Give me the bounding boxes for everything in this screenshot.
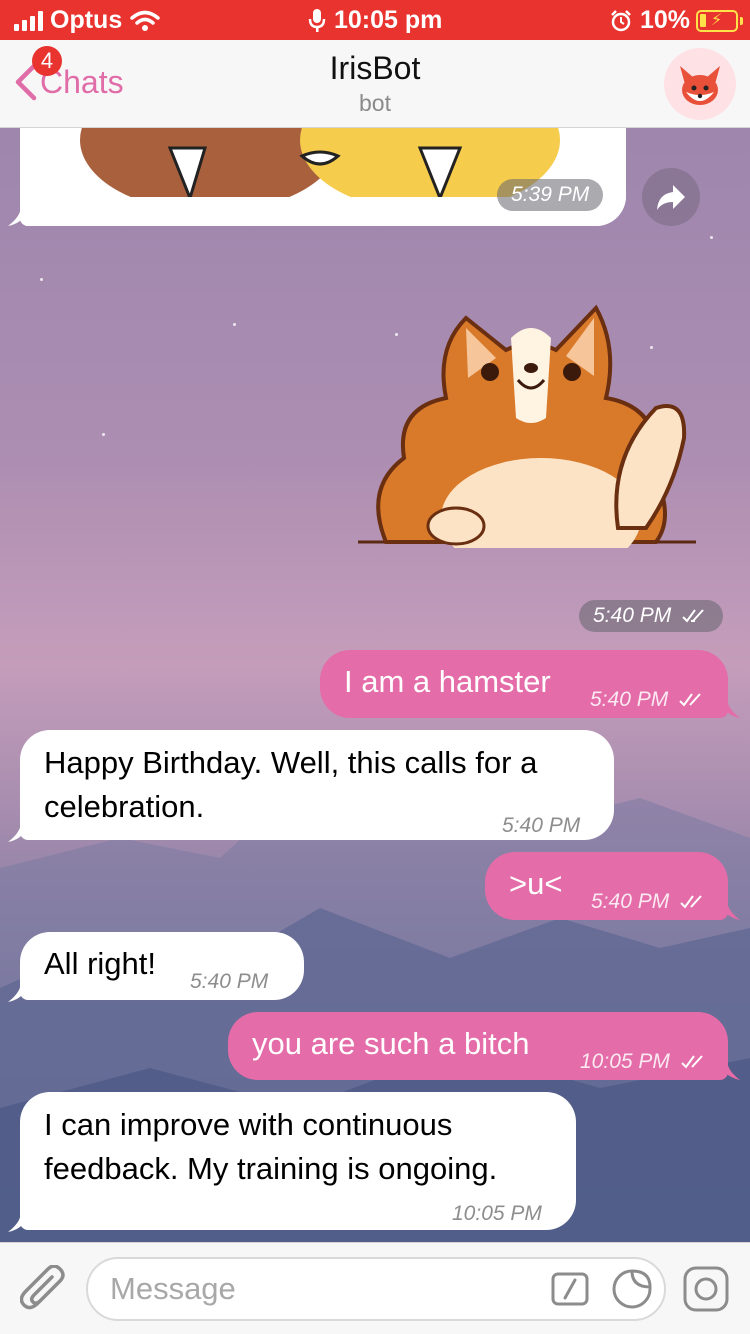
double-check-icon — [679, 693, 701, 707]
battery-percent: 10% — [639, 6, 690, 34]
message-time: 5:40 PM — [590, 678, 706, 722]
message-bubble-incoming[interactable]: Happy Birthday. Well, this calls for a c… — [20, 730, 614, 840]
message-text: >u< — [509, 866, 563, 901]
double-check-icon — [682, 609, 704, 623]
message-input-bar — [0, 1242, 750, 1334]
microphone-icon — [308, 8, 326, 32]
bubble-tail — [720, 1056, 740, 1080]
message-time: 5:40 PM — [502, 814, 581, 837]
sticker-icon[interactable] — [610, 1267, 654, 1311]
forward-arrow-icon — [657, 185, 685, 210]
message-text: All right! — [44, 946, 156, 981]
forward-button[interactable] — [642, 168, 700, 226]
top-sticker-time: 5:39 PM — [497, 179, 604, 211]
chat-title[interactable]: IrisBot — [0, 50, 750, 87]
background-star — [710, 236, 713, 239]
fox-kiss-sticker-image — [20, 128, 626, 226]
message-text: I can improve with continuous feedback. … — [44, 1107, 498, 1186]
background-star — [233, 323, 236, 326]
message-bubble-outgoing[interactable]: I am a hamster 5:40 PM — [320, 650, 728, 718]
message-field[interactable] — [86, 1257, 666, 1321]
fox-avatar-icon[interactable] — [664, 48, 736, 120]
status-bar: Optus 10:05 pm 10% ⚡ — [0, 0, 750, 40]
carrier-name: Optus — [50, 6, 123, 34]
top-sticker-bubble[interactable] — [20, 128, 626, 226]
battery-charging-icon: ⚡ — [696, 9, 743, 32]
corgi-sticker[interactable] — [356, 288, 698, 578]
message-time: 5:40 PM — [190, 970, 269, 993]
corgi-waving-sticker-image — [358, 304, 696, 578]
alarm-clock-icon — [611, 9, 631, 31]
double-check-icon — [680, 895, 702, 909]
message-time: 10:05 PM — [452, 1202, 542, 1225]
bubble-tail — [720, 896, 740, 920]
background-star — [40, 278, 43, 281]
status-left: Optus — [14, 6, 160, 35]
message-time-label: 5:40 PM — [590, 688, 669, 711]
status-right: 10% ⚡ — [610, 6, 743, 35]
double-check-icon — [681, 1055, 703, 1069]
message-bubble-outgoing[interactable]: you are such a bitch 10:05 PM — [228, 1012, 728, 1080]
status-center: 10:05 pm — [308, 6, 442, 35]
bubble-tail — [8, 202, 28, 226]
sticker-time: 5:40 PM — [579, 600, 724, 632]
bubble-tail — [8, 818, 28, 842]
message-time-label: 10:05 PM — [580, 1050, 670, 1073]
bubble-tail — [8, 1208, 28, 1232]
status-time: 10:05 pm — [334, 6, 443, 34]
paperclip-icon[interactable] — [20, 1265, 66, 1315]
bubble-tail — [8, 978, 28, 1002]
chat-subtitle: bot — [359, 90, 391, 116]
message-bubble-outgoing[interactable]: >u< 5:40 PM — [485, 852, 728, 920]
message-input[interactable] — [110, 1269, 530, 1309]
slash-command-icon[interactable] — [550, 1269, 590, 1309]
message-time: 10:05 PM — [580, 1040, 708, 1084]
message-time: 5:40 PM — [591, 880, 707, 924]
message-bubble-incoming[interactable]: I can improve with continuous feedback. … — [20, 1092, 576, 1230]
bubble-tail — [720, 694, 740, 718]
camera-icon[interactable] — [682, 1265, 730, 1313]
wifi-icon — [130, 10, 160, 31]
message-text: I am a hamster — [344, 664, 551, 699]
chat-area[interactable]: 5:39 PM 5:40 PM I am a hamster 5:40 PM H… — [0, 128, 750, 1242]
message-bubble-incoming[interactable]: All right! 5:40 PM — [20, 932, 304, 1000]
signal-bars-icon — [14, 10, 43, 31]
sticker-time-label: 5:40 PM — [593, 604, 672, 627]
message-text: you are such a bitch — [252, 1026, 530, 1061]
background-star — [102, 433, 105, 436]
message-time-label: 5:40 PM — [591, 890, 670, 913]
chat-header: Chats 4 IrisBot bot — [0, 40, 750, 128]
